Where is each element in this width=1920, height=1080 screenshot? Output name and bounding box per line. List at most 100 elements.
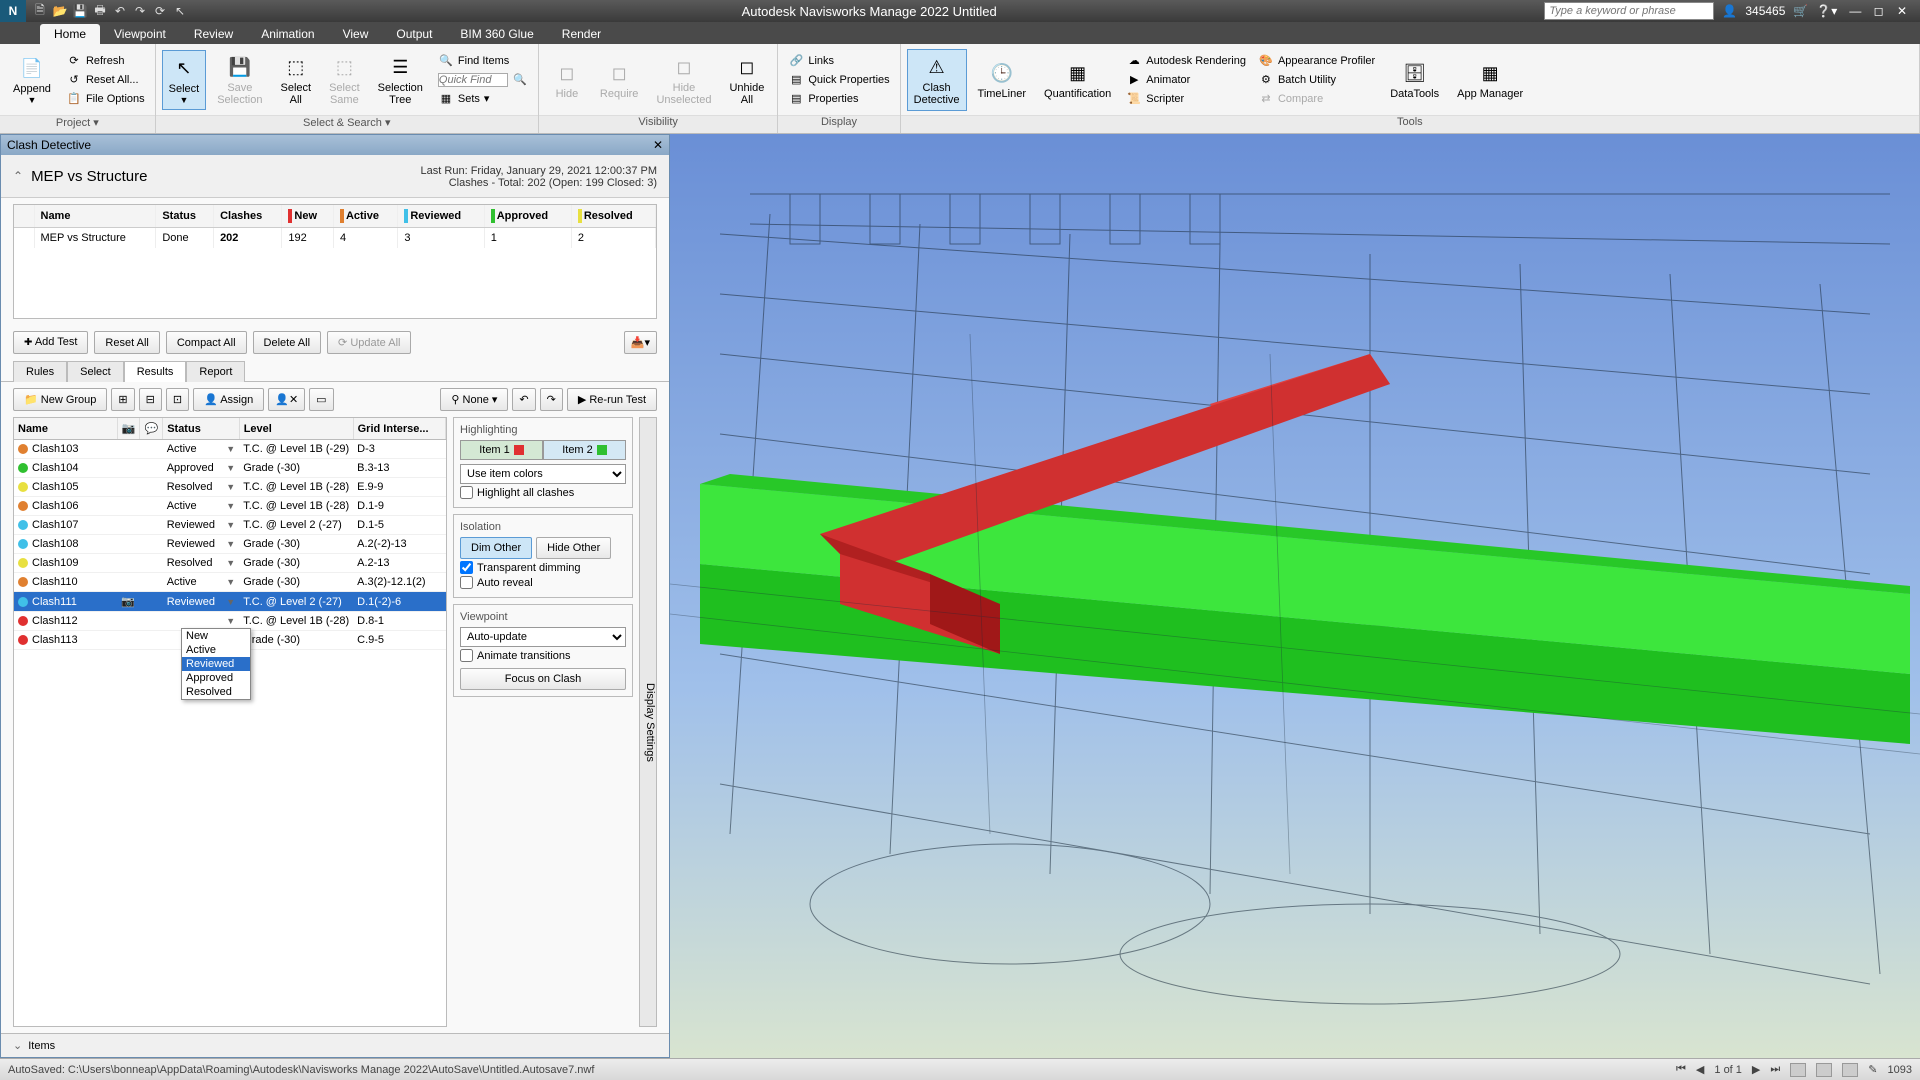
compare-button[interactable]: ⇄Compare	[1254, 90, 1379, 108]
transparent-dimming-checkbox[interactable]: Transparent dimming	[460, 561, 626, 574]
help-search-input[interactable]	[1544, 2, 1714, 20]
tab-home[interactable]: Home	[40, 24, 100, 44]
filter-none-button[interactable]: ⚲ None ▾	[440, 388, 508, 411]
refresh-icon[interactable]: ⟳	[152, 3, 168, 19]
save-selection-button[interactable]: 💾Save Selection	[210, 49, 269, 111]
cart-icon[interactable]: 🛒	[1793, 4, 1808, 18]
explode-button[interactable]: ⊡	[166, 388, 189, 411]
search-icon[interactable]: 🔍	[512, 72, 528, 88]
status-option-approved[interactable]: Approved	[182, 671, 250, 685]
use-colors-select[interactable]: Use item colors	[460, 464, 626, 484]
new-group-button[interactable]: 📁 New Group	[13, 388, 107, 411]
item2-toggle[interactable]: Item 2	[543, 440, 626, 460]
highlight-all-checkbox[interactable]: Highlight all clashes	[460, 486, 626, 499]
selection-tree-button[interactable]: ☰Selection Tree	[371, 49, 430, 111]
dim-other-button[interactable]: Dim Other	[460, 537, 532, 559]
clash-row[interactable]: Clash107Reviewed▼T.C. @ Level 2 (-27)D.1…	[14, 516, 446, 535]
sets-button[interactable]: ▦Sets ▾	[434, 90, 532, 108]
nav-prev-icon[interactable]: ◀	[1696, 1063, 1704, 1076]
items-expand-icon[interactable]: ⌄	[13, 1039, 22, 1052]
clash-row[interactable]: Clash110Active▼Grade (-30)A.3(2)-12.1(2)	[14, 573, 446, 592]
tab-animation[interactable]: Animation	[247, 24, 328, 44]
undo-icon[interactable]: ↶	[112, 3, 128, 19]
display-settings-tab[interactable]: Display Settings	[639, 417, 657, 1027]
quick-properties-button[interactable]: ▤Quick Properties	[784, 71, 893, 89]
group-button[interactable]: ⊞	[111, 388, 134, 411]
hide-unselected-button[interactable]: ◻Hide Unselected	[649, 49, 718, 111]
batch-utility-button[interactable]: ⚙Batch Utility	[1254, 71, 1379, 89]
clash-row[interactable]: Clash104Approved▼Grade (-30)B.3-13	[14, 459, 446, 478]
pointer-icon[interactable]: ↖	[172, 3, 188, 19]
animate-transitions-checkbox[interactable]: Animate transitions	[460, 649, 626, 662]
assign-button[interactable]: 👤 Assign	[193, 388, 264, 411]
reset-all-button[interactable]: Reset All	[94, 331, 159, 354]
properties-button[interactable]: ▤Properties	[784, 90, 893, 108]
display-mode-3-icon[interactable]	[1842, 1063, 1858, 1077]
quick-find-input[interactable]: 🔍	[434, 71, 532, 89]
subtab-results[interactable]: Results	[124, 361, 187, 382]
app-logo[interactable]: N	[0, 0, 26, 22]
clash-row[interactable]: Clash111📷Reviewed▼T.C. @ Level 2 (-27)D.…	[14, 592, 446, 612]
print-icon[interactable]: 🖶	[92, 3, 108, 19]
clash-row[interactable]: Clash106Active▼T.C. @ Level 1B (-28)D.1-…	[14, 497, 446, 516]
rendering-button[interactable]: ☁Autodesk Rendering	[1122, 52, 1250, 70]
help-icon[interactable]: ❔▾	[1816, 4, 1837, 18]
item1-toggle[interactable]: Item 1	[460, 440, 543, 460]
links-button[interactable]: 🔗Links	[784, 52, 893, 70]
new-icon[interactable]: 🗎	[32, 3, 48, 19]
prev-button[interactable]: ↶	[512, 388, 535, 411]
file-options-button[interactable]: 📋File Options	[62, 90, 149, 108]
reset-all-button[interactable]: ↺Reset All...	[62, 71, 149, 89]
close-button[interactable]: ✕	[1892, 4, 1912, 18]
import-export-button[interactable]: 📥▾	[624, 331, 657, 354]
display-mode-2-icon[interactable]	[1816, 1063, 1832, 1077]
status-option-active[interactable]: Active	[182, 643, 250, 657]
tab-viewpoint[interactable]: Viewpoint	[100, 24, 180, 44]
tab-view[interactable]: View	[329, 24, 383, 44]
minimize-button[interactable]: —	[1845, 4, 1865, 18]
status-option-resolved[interactable]: Resolved	[182, 685, 250, 699]
scripter-button[interactable]: 📜Scripter	[1122, 90, 1250, 108]
delete-all-button[interactable]: Delete All	[253, 331, 321, 354]
compact-all-button[interactable]: Compact All	[166, 331, 247, 354]
collapse-icon[interactable]: ⌃	[13, 169, 23, 183]
open-icon[interactable]: 📂	[52, 3, 68, 19]
maximize-button[interactable]: ◻	[1869, 4, 1889, 18]
next-button[interactable]: ↷	[540, 388, 563, 411]
timeliner-button[interactable]: 🕒TimeLiner	[971, 55, 1034, 105]
select-same-button[interactable]: ⬚Select Same	[322, 49, 367, 111]
nav-next-icon[interactable]: ▶	[1752, 1063, 1760, 1076]
find-items-button[interactable]: 🔍Find Items	[434, 52, 532, 70]
nav-first-icon[interactable]: ⏮	[1676, 1063, 1686, 1076]
pencil-icon[interactable]: ✎	[1868, 1063, 1877, 1076]
auto-reveal-checkbox[interactable]: Auto reveal	[460, 576, 626, 589]
ungroup-button[interactable]: ⊟	[139, 388, 162, 411]
hide-other-button[interactable]: Hide Other	[536, 537, 611, 559]
tab-review[interactable]: Review	[180, 24, 247, 44]
datatools-button[interactable]: 🗄DataTools	[1383, 55, 1446, 105]
clash-row[interactable]: Clash105Resolved▼T.C. @ Level 1B (-28)E.…	[14, 478, 446, 497]
rerun-test-button[interactable]: ▶ Re-run Test	[567, 388, 657, 411]
append-button[interactable]: 📄Append▼	[6, 50, 58, 110]
3d-viewport[interactable]	[670, 134, 1920, 1058]
appearance-profiler-button[interactable]: 🎨Appearance Profiler	[1254, 52, 1379, 70]
status-option-reviewed[interactable]: Reviewed	[182, 657, 250, 671]
camera-col-icon[interactable]: 📷	[117, 418, 140, 440]
refresh-button[interactable]: ⟳Refresh	[62, 52, 149, 70]
redo-icon[interactable]: ↷	[132, 3, 148, 19]
update-all-button[interactable]: ⟳ Update All	[327, 331, 411, 354]
focus-on-clash-button[interactable]: Focus on Clash	[460, 668, 626, 690]
require-button[interactable]: ◻Require	[593, 55, 646, 105]
add-test-button[interactable]: 🞦 Add Test	[13, 331, 88, 354]
tab-bim360[interactable]: BIM 360 Glue	[446, 24, 547, 44]
clash-detective-button[interactable]: ⚠Clash Detective	[907, 49, 967, 111]
tab-output[interactable]: Output	[382, 24, 446, 44]
signin-icon[interactable]: 👤	[1722, 4, 1737, 18]
unhide-all-button[interactable]: ◻Unhide All	[722, 49, 771, 111]
hide-button[interactable]: ◻Hide	[545, 55, 589, 105]
panel-close-button[interactable]: ✕	[653, 138, 663, 152]
select-button[interactable]: ↖Select▼	[162, 50, 207, 110]
subtab-rules[interactable]: Rules	[13, 361, 67, 382]
animator-button[interactable]: ▶Animator	[1122, 71, 1250, 89]
nav-last-icon[interactable]: ⏭	[1770, 1063, 1780, 1076]
